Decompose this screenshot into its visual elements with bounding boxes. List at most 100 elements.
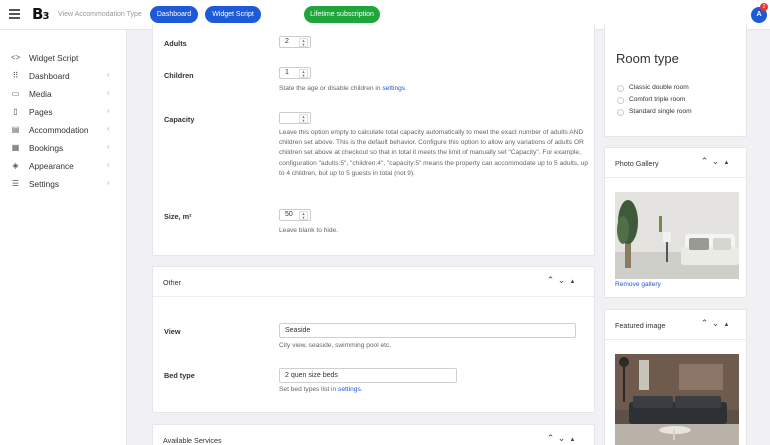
size-value: 50 xyxy=(285,211,293,218)
capacity-stepper[interactable]: ▲ ▼ xyxy=(279,112,311,124)
capacity-help: Leave this option empty to calculate tot… xyxy=(279,129,589,177)
logo-letter: B xyxy=(32,5,43,23)
view-label: View xyxy=(164,327,181,336)
chevron-left-icon: ‹ xyxy=(107,88,110,97)
chevron-up-icon[interactable]: ⌃ xyxy=(699,156,710,167)
sidebar-item-media[interactable]: ▭ Media ‹ xyxy=(0,85,127,103)
available-services-title: Available Services xyxy=(163,436,222,445)
notification-badge: 2 xyxy=(760,3,768,11)
sidebar-item-appearance[interactable]: ◈ Appearance ‹ xyxy=(0,157,127,175)
chevron-left-icon: ‹ xyxy=(107,106,110,115)
sidebar-item-label: Widget Script xyxy=(29,53,79,63)
chevron-up-icon[interactable]: ⌃ xyxy=(699,318,710,329)
bed-settings-link[interactable]: settings xyxy=(338,386,361,393)
paint-icon: ◈ xyxy=(12,161,19,170)
stepper-arrows-icon[interactable]: ▲ ▼ xyxy=(299,38,308,47)
radio-icon[interactable] xyxy=(617,109,624,116)
capacity-label: Capacity xyxy=(164,115,195,124)
chevron-left-icon: ‹ xyxy=(107,124,110,133)
toggle-panel-icon[interactable]: ▲ xyxy=(721,160,732,166)
chevron-down-icon[interactable]: ⌄ xyxy=(556,433,567,444)
sidebar-item-dashboard[interactable]: ⠿ Dashboard ‹ xyxy=(0,67,127,85)
radio-icon[interactable] xyxy=(617,85,624,92)
bed-help-period: . xyxy=(360,386,363,393)
photo-gallery-header: Photo Gallery ⌃ ⌄ ▲ xyxy=(605,148,746,178)
children-stepper[interactable]: 1 ▲ ▼ xyxy=(279,67,311,79)
adults-stepper[interactable]: 2 ▲ ▼ xyxy=(279,36,311,48)
dashboard-button[interactable]: Dashboard xyxy=(150,6,198,23)
featured-image-header: Featured image ⌃ ⌄ ▲ xyxy=(605,310,746,340)
remove-gallery-link[interactable]: Remove gallery xyxy=(615,281,661,288)
card-controls: ⌃ ⌄ ▲ xyxy=(545,275,578,286)
chevron-down-icon[interactable]: ⌄ xyxy=(710,318,721,329)
chevron-down-icon[interactable]: ⌄ xyxy=(710,156,721,167)
stepper-arrows-icon[interactable]: ▲ ▼ xyxy=(299,114,308,123)
building-icon: ▤ xyxy=(11,125,20,134)
sidebar-item-label: Dashboard xyxy=(29,71,70,81)
room-type-option-label: Classic double room xyxy=(629,84,689,91)
other-card-header: Other ⌃ ⌄ ▲ xyxy=(153,267,594,297)
gallery-image[interactable] xyxy=(615,192,739,279)
room-type-option-label: Comfort triple room xyxy=(629,96,686,103)
photo-gallery-title: Photo Gallery xyxy=(615,159,659,168)
toggle-panel-icon[interactable]: ▲ xyxy=(721,322,732,328)
chevron-down-icon[interactable]: ⌄ xyxy=(556,275,567,286)
view-input[interactable]: Seaside xyxy=(279,323,576,338)
other-title: Other xyxy=(163,278,181,287)
sidebar-item-label: Settings xyxy=(29,179,59,189)
room-type-title: Room type xyxy=(616,51,679,66)
sidebar-item-bookings[interactable]: ▦ Bookings ‹ xyxy=(0,139,127,157)
lifetime-subscription-button[interactable]: Lifetime subscription xyxy=(304,6,380,23)
featured-image-card: Featured image ⌃ ⌄ ▲ xyxy=(604,309,747,445)
chevron-left-icon: ‹ xyxy=(107,178,110,187)
image-icon: ▭ xyxy=(11,89,20,98)
photo-gallery-card: Photo Gallery ⌃ ⌄ ▲ Remove gallery xyxy=(604,147,747,298)
view-accommodation-type-link[interactable]: View Accommodation Type xyxy=(58,11,142,18)
stepper-arrows-icon[interactable]: ▲ ▼ xyxy=(299,69,308,78)
room-type-option-label: Standard single room xyxy=(629,108,692,115)
sidebar-item-widget-script[interactable]: <> Widget Script xyxy=(0,49,127,67)
card-controls: ⌃ ⌄ ▲ xyxy=(699,318,732,329)
chevron-up-icon[interactable]: ⌃ xyxy=(545,275,556,286)
sidebar-item-accommodation[interactable]: ▤ Accommodation ‹ xyxy=(0,121,127,139)
chevron-left-icon: ‹ xyxy=(107,142,110,151)
general-settings-card: Adults 2 ▲ ▼ Children 1 ▲ ▼ State the age … xyxy=(152,24,595,256)
page-icon: ▯ xyxy=(13,107,18,116)
children-settings-link[interactable]: settings xyxy=(382,85,405,92)
featured-image-title: Featured image xyxy=(615,321,666,330)
toggle-panel-icon[interactable]: ▲ xyxy=(567,437,578,443)
sidebar-item-pages[interactable]: ▯ Pages ‹ xyxy=(0,103,127,121)
chevron-left-icon: ‹ xyxy=(107,70,110,79)
chevron-up-icon[interactable]: ⌃ xyxy=(545,433,556,444)
code-icon: <> xyxy=(11,53,21,62)
size-label: Size, m² xyxy=(164,212,192,221)
children-value: 1 xyxy=(285,69,289,76)
available-services-card: Available Services ⌃ ⌄ ▲ xyxy=(152,424,595,445)
sidebar-item-settings[interactable]: ☰ Settings ‹ xyxy=(0,175,127,193)
grid-icon: ⠿ xyxy=(12,71,19,80)
menu-icon[interactable] xyxy=(9,9,20,19)
size-stepper[interactable]: 50 ▲ ▼ xyxy=(279,209,311,221)
chevron-left-icon: ‹ xyxy=(107,160,110,169)
stepper-arrows-icon[interactable]: ▲ ▼ xyxy=(299,211,308,220)
other-card: Other ⌃ ⌄ ▲ View Seaside City view, seasid… xyxy=(152,266,595,413)
sidebar-item-label: Pages xyxy=(29,107,53,117)
sidebar-item-label: Accommodation xyxy=(29,125,89,135)
view-help: City view, seaside, swimming pool etc. xyxy=(279,342,392,349)
bed-type-input[interactable]: 2 quen size beds xyxy=(279,368,457,383)
adults-value: 2 xyxy=(285,38,289,45)
app-logo[interactable]: B3 xyxy=(32,5,49,23)
sidebar-item-label: Appearance xyxy=(29,161,74,171)
size-help: Leave blank to hide. xyxy=(279,227,339,234)
card-controls: ⌃ ⌄ ▲ xyxy=(699,156,732,167)
featured-image[interactable] xyxy=(615,354,739,445)
bed-type-label: Bed type xyxy=(164,371,195,380)
children-help-period: . xyxy=(405,85,407,92)
children-help-text: State the age or disable children in xyxy=(279,85,383,92)
bed-type-help: Set bed types list in settings. xyxy=(279,385,363,395)
radio-icon[interactable] xyxy=(617,97,624,104)
sidebar-item-label: Bookings xyxy=(29,143,64,153)
widget-script-button[interactable]: Widget Script xyxy=(205,6,261,23)
toggle-panel-icon[interactable]: ▲ xyxy=(567,279,578,285)
sidebar-item-label: Media xyxy=(29,89,52,99)
